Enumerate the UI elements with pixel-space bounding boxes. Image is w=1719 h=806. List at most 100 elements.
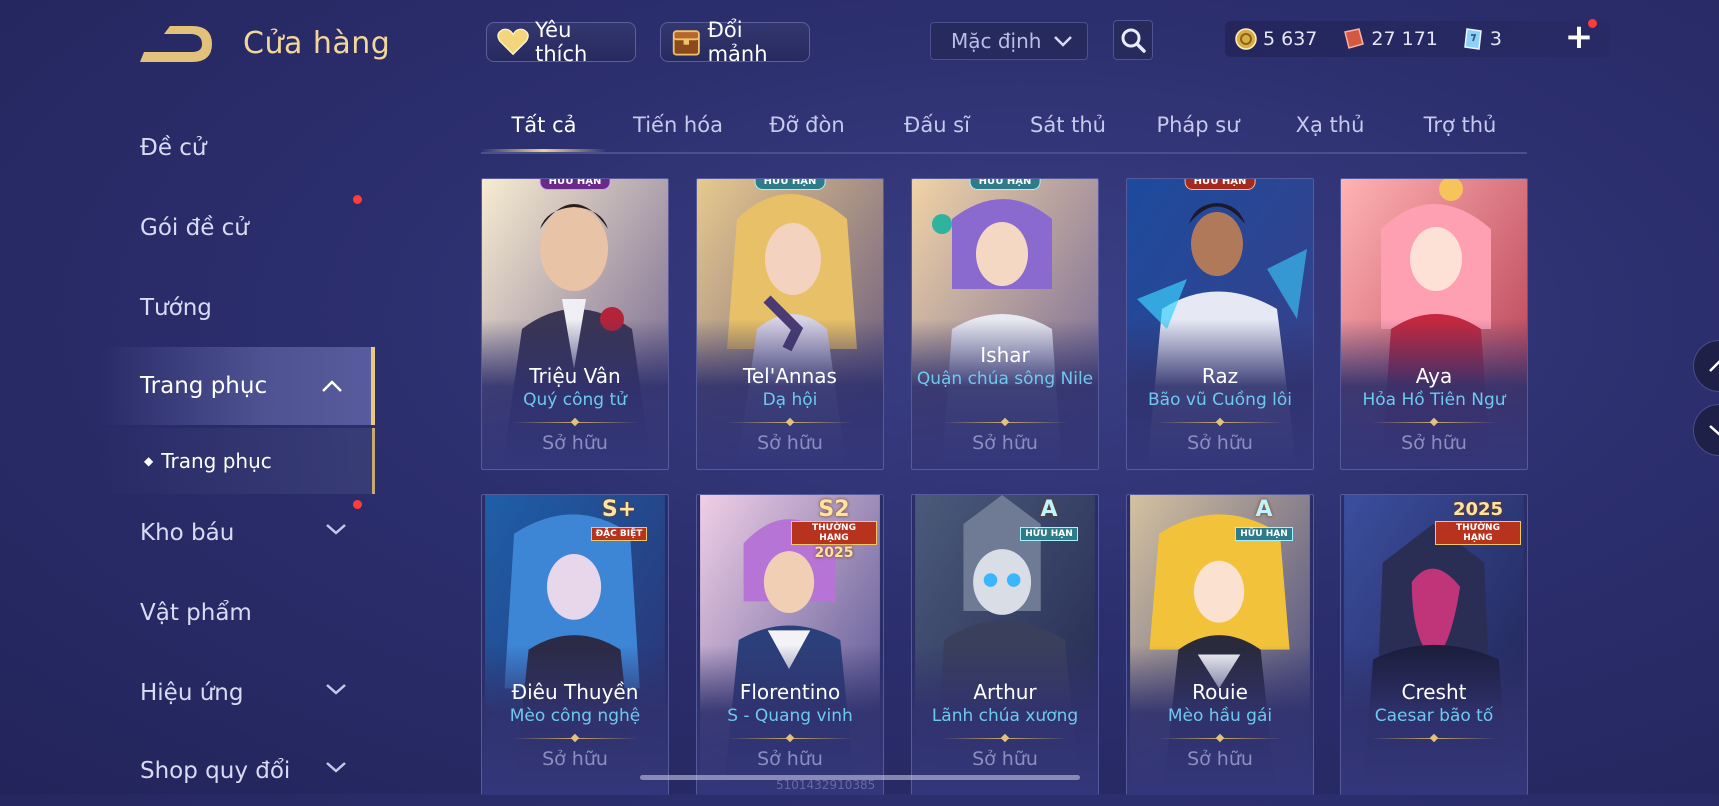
- sidebar-item-items[interactable]: Vật phẩm: [100, 578, 375, 648]
- skin-card[interactable]: A HỮU HẠN Rouie Mèo hầu gái Sở hữu: [1126, 494, 1314, 795]
- owned-status: Sở hữu: [1187, 432, 1253, 454]
- skin-name: Caesar bão tố: [1374, 706, 1494, 726]
- scroll-up-button[interactable]: [1693, 340, 1719, 392]
- voucher-currency: 27 171: [1341, 28, 1438, 50]
- rank-badge: A HỮU HẠN: [1006, 499, 1092, 543]
- skin-card[interactable]: HỮU HẠN Ishar Quận chúa sông Nile Sở hữu: [911, 178, 1099, 470]
- notification-dot: [353, 195, 362, 204]
- sidebar-item-recommended-packs[interactable]: Gói đề cử: [100, 193, 375, 263]
- tab-assassin[interactable]: Sát thủ: [1007, 100, 1129, 150]
- hero-name: Aya: [1415, 364, 1453, 388]
- tab-tank[interactable]: Đỡ đòn: [746, 100, 868, 150]
- rank-badge: S2 THƯỜNG HẠNG 2025: [791, 497, 877, 561]
- limited-badge: HỮU HẠN: [754, 179, 826, 190]
- currency-bar: 5 637 27 171 3: [1225, 21, 1610, 57]
- tab-support[interactable]: Trợ thủ: [1399, 100, 1521, 150]
- sidebar: Đề cử Gói đề cử Tướng Trang phục ◆ Trang…: [100, 100, 375, 794]
- rank-badge: 2025 THƯỜNG HẠNG: [1435, 499, 1521, 545]
- exchange-label: Đổi mảnh: [707, 18, 768, 66]
- skin-name: Mèo công nghệ: [509, 706, 641, 726]
- sidebar-item-exchange-shop[interactable]: Shop quy đổi: [100, 736, 375, 806]
- sidebar-subitem-skins[interactable]: ◆ Trang phục: [100, 428, 375, 494]
- skin-card[interactable]: 2025 THƯỜNG HẠNG Cresht Caesar bão tố: [1340, 494, 1528, 795]
- hero-name: Ishar: [980, 343, 1030, 367]
- skin-name: Mèo hầu gái: [1167, 706, 1273, 726]
- skin-name: Bão vũ Cuồng lôi: [1148, 390, 1292, 410]
- crystal-value: 3: [1489, 28, 1502, 50]
- hero-name: Florentino: [739, 680, 841, 704]
- badge-type-label: ĐẶC BIỆT: [590, 527, 648, 541]
- sidebar-item-skins[interactable]: Trang phục: [100, 347, 375, 425]
- tab-fighter[interactable]: Đấu sĩ: [876, 100, 998, 150]
- skin-card[interactable]: HỮU HẠN Tel'Annas Dạ hội Sở hữu: [696, 178, 884, 470]
- tab-all[interactable]: Tất cả: [481, 100, 607, 152]
- exchange-fragments-button[interactable]: Đổi mảnh: [660, 18, 810, 66]
- sidebar-item-label: Tướng: [140, 295, 212, 321]
- category-tabs: Tất cả Tiến hóa Đỡ đòn Đấu sĩ Sát thủ Ph…: [481, 100, 1527, 154]
- sidebar-item-treasure[interactable]: Kho báu: [100, 498, 375, 568]
- sidebar-item-label: Hiệu ứng: [140, 680, 244, 706]
- chevron-down-icon: [326, 762, 346, 773]
- skin-name: S - Quang vinh: [727, 706, 853, 726]
- tab-marksman[interactable]: Xạ thủ: [1269, 100, 1391, 150]
- sort-value: Mặc định: [951, 29, 1042, 53]
- sort-dropdown[interactable]: Mặc định: [930, 22, 1088, 60]
- sidebar-item-effects[interactable]: Hiệu ứng: [100, 658, 375, 728]
- notification-dot: [1588, 19, 1597, 28]
- badge-type-label: THƯỜNG HẠNG: [791, 521, 877, 545]
- rank-badge: A HỮU HẠN: [1221, 499, 1307, 543]
- chevron-up-icon: [322, 380, 342, 392]
- sidebar-item-recommended[interactable]: Đề cử: [100, 113, 375, 183]
- skin-card[interactable]: HỮU HẠN Raz Bão vũ Cuồng lôi Sở hữu: [1126, 178, 1314, 470]
- hero-name: Raz: [1201, 364, 1239, 388]
- crystal-icon: [1464, 28, 1482, 50]
- owned-status: Sở hữu: [542, 748, 608, 770]
- sidebar-item-label: Vật phẩm: [140, 600, 252, 626]
- gold-value: 5 637: [1263, 28, 1318, 50]
- scroll-down-button[interactable]: [1693, 404, 1719, 456]
- hero-name: Tel'Annas: [743, 364, 837, 388]
- sidebar-item-label: Kho báu: [140, 520, 235, 546]
- search-button[interactable]: [1113, 20, 1153, 60]
- voucher-icon: [1344, 28, 1365, 49]
- user-id: 5101432910385: [776, 778, 876, 792]
- badge-rank-label: S2: [818, 497, 850, 522]
- bullet-diamond-icon: ◆: [144, 454, 154, 468]
- home-indicator[interactable]: [640, 775, 1080, 780]
- sidebar-item-label: Trang phục: [140, 373, 268, 399]
- hero-name: Arthur: [973, 680, 1037, 704]
- chevron-up-icon: [1709, 360, 1719, 372]
- sidebar-item-heroes[interactable]: Tướng: [100, 273, 375, 343]
- chevron-down-icon: [326, 524, 346, 535]
- owned-status: Sở hữu: [1401, 432, 1467, 454]
- favorite-button[interactable]: Yêu thích: [486, 18, 636, 66]
- owned-status: Sở hữu: [972, 432, 1038, 454]
- skin-name: Dạ hội: [762, 390, 818, 410]
- skin-name: Quận chúa sông Nile: [916, 369, 1094, 389]
- skin-card[interactable]: Aya Hỏa Hồ Tiên Ngư Sở hữu: [1340, 178, 1528, 470]
- hero-name: Cresht: [1401, 680, 1467, 704]
- skin-card[interactable]: S+ ĐẶC BIỆT Điêu Thuyền Mèo công nghệ Sở…: [481, 494, 669, 795]
- skin-card[interactable]: A HỮU HẠN Arthur Lãnh chúa xương Sở hữu: [911, 494, 1099, 795]
- badge-rank-label: A: [1040, 497, 1058, 522]
- badge-rank-label: 2025: [1452, 499, 1504, 520]
- badge-year: 2025: [814, 545, 854, 561]
- page-title: Cửa hàng: [243, 26, 391, 61]
- badge-type-label: HỮU HẠN: [1235, 527, 1293, 541]
- skin-card[interactable]: HỮU HẠN Triệu Vân Quý công tử Sở hữu: [481, 178, 669, 470]
- limited-badge: HỮU HẠN: [539, 179, 611, 190]
- chest-icon: [672, 30, 700, 56]
- tab-evolution[interactable]: Tiến hóa: [617, 100, 739, 150]
- badge-type-label: HỮU HẠN: [1020, 527, 1078, 541]
- badge-rank-label: S+: [601, 497, 637, 522]
- sidebar-item-label: Gói đề cử: [140, 215, 249, 241]
- voucher-value: 27 171: [1371, 28, 1438, 50]
- skin-name: Hỏa Hồ Tiên Ngư: [1362, 390, 1506, 410]
- tab-mage[interactable]: Pháp sư: [1137, 100, 1259, 150]
- heart-icon: [497, 28, 529, 56]
- hero-name: Điêu Thuyền: [511, 680, 639, 704]
- back-arrow-icon[interactable]: [140, 22, 218, 66]
- skin-card[interactable]: S2 THƯỜNG HẠNG 2025 Florentino S - Quang…: [696, 494, 884, 795]
- chevron-down-icon: [1709, 425, 1719, 436]
- hero-name: Rouie: [1192, 680, 1248, 704]
